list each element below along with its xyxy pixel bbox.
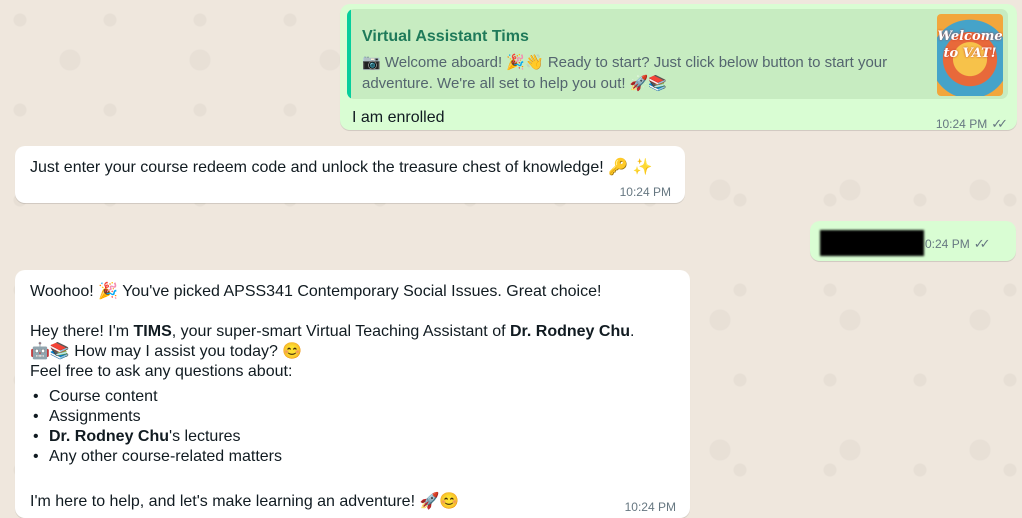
quoted-message[interactable]: Virtual Assistant Tims 📷 Welcome aboard!… [347, 9, 1008, 99]
message-line-questions: Feel free to ask any questions about: [30, 363, 293, 380]
message-line-assist: 🤖📚 How may I assist you today? 😊 [30, 343, 303, 360]
thumbnail-caption: Welcome to VAT! [937, 29, 1003, 61]
message-timestamp: 10:24 PM [624, 500, 676, 514]
message-text: Just enter your course redeem code and u… [30, 159, 653, 176]
message-timestamp: 10:24 PM ✓✓ [935, 114, 1008, 134]
list-item: Assignments [30, 407, 282, 427]
intro-text-3: . [630, 323, 635, 340]
quote-author: Virtual Assistant Tims [362, 28, 529, 45]
message-line-course-choice: Woohoo! 🎉 You've picked APSS341 Contempo… [30, 283, 602, 300]
message-line-intro: Hey there! I'm TIMS, your super-smart Vi… [30, 322, 634, 342]
list-item-suffix: 's lectures [169, 428, 241, 445]
outgoing-message-enrolled[interactable]: Virtual Assistant Tims 📷 Welcome aboard!… [340, 4, 1017, 131]
message-text: I am enrolled [352, 109, 445, 126]
intro-text-1: Hey there! I'm [30, 323, 134, 340]
list-item: Dr. Rodney Chu's lectures [30, 427, 282, 447]
list-item: Any other course-related matters [30, 447, 282, 467]
message-line-closing: I'm here to help, and let's make learnin… [30, 493, 460, 510]
incoming-message-welcome[interactable]: Woohoo! 🎉 You've picked APSS341 Contempo… [15, 270, 690, 518]
double-check-icon: ✓✓ [991, 116, 1008, 131]
incoming-message-redeem[interactable]: Just enter your course redeem code and u… [15, 146, 685, 203]
list-item: Course content [30, 387, 282, 407]
instructor-name: Dr. Rodney Chu [509, 323, 630, 340]
message-timestamp: 10:24 PM [619, 185, 671, 199]
quote-image-thumbnail[interactable]: Welcome to VAT! [937, 14, 1003, 96]
assistant-name: TIMS [133, 323, 172, 340]
quote-text: 📷 Welcome aboard! 🎉👋 Ready to start? Jus… [362, 54, 888, 92]
topics-list: Course content Assignments Dr. Rodney Ch… [30, 387, 282, 467]
redacted-content [820, 230, 924, 256]
quote-accent-bar [347, 9, 351, 99]
timestamp-text: 10:24 PM [935, 117, 988, 131]
instructor-name: Dr. Rodney Chu [49, 428, 170, 445]
message-timestamp: 0:24 PM ✓✓ [925, 234, 991, 254]
intro-text-2: , your super-smart Virtual Teaching Assi… [171, 323, 510, 340]
outgoing-message-redacted[interactable]: 0:24 PM ✓✓ [810, 221, 1016, 261]
timestamp-text: 0:24 PM [925, 237, 970, 251]
double-check-icon: ✓✓ [973, 236, 991, 251]
